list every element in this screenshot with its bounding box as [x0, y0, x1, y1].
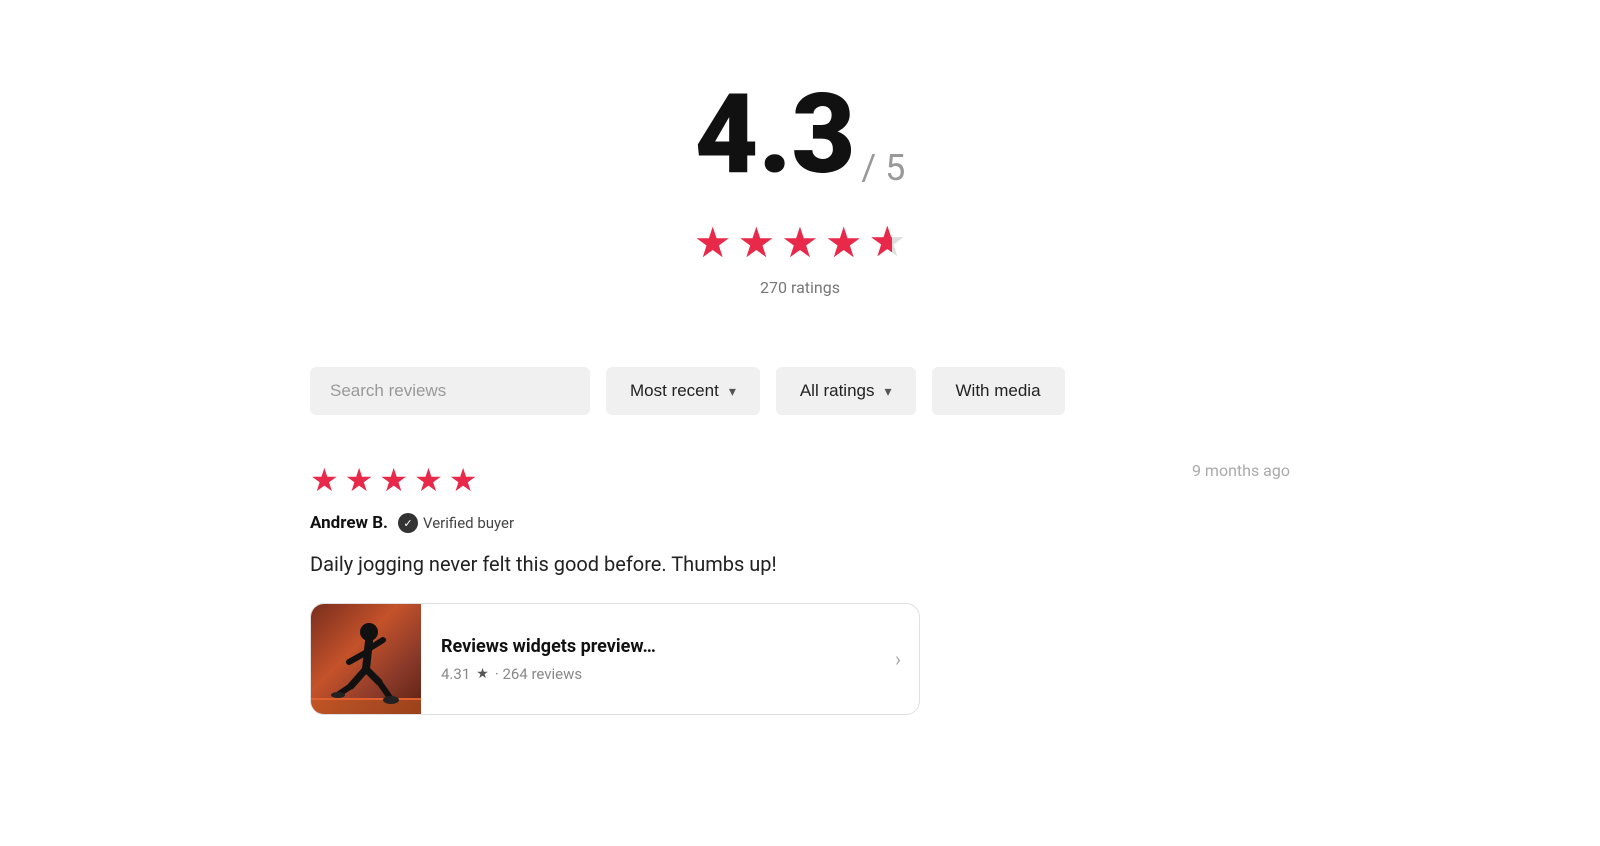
preview-meta-star-icon: ★: [476, 666, 489, 682]
search-input[interactable]: [310, 367, 590, 415]
sort-chevron-icon: ▾: [729, 383, 736, 400]
star-5-half: ★ ★: [868, 222, 906, 264]
review-star-2: ★: [345, 461, 374, 499]
review-time: 9 months ago: [1192, 461, 1290, 480]
preview-meta: 4.31 ★ · 264 reviews: [441, 665, 875, 683]
preview-meta-reviews: · 264 reviews: [495, 665, 582, 683]
verified-icon: ✓: [398, 513, 418, 533]
rating-denominator: / 5: [861, 147, 905, 189]
reviewer-info: Andrew B. ✓ Verified buyer: [310, 513, 1290, 533]
preview-arrow-icon: ›: [895, 647, 919, 671]
stars-row: ★ ★ ★ ★ ★ ★: [310, 218, 1290, 268]
rating-filter-label: All ratings: [800, 381, 875, 401]
star-2: ★: [738, 218, 776, 268]
preview-card[interactable]: Reviews widgets preview… 4.31 ★ · 264 re…: [310, 603, 920, 715]
sort-button[interactable]: Most recent ▾: [606, 367, 760, 415]
verified-label: Verified buyer: [423, 514, 514, 532]
media-filter-button[interactable]: With media: [932, 367, 1065, 415]
media-filter-label: With media: [956, 381, 1041, 401]
rating-score-row: 4.3/ 5: [310, 80, 1290, 190]
rating-summary: 4.3/ 5 ★ ★ ★ ★ ★ ★ 270 ratings: [310, 40, 1290, 327]
ratings-count: 270 ratings: [310, 278, 1290, 297]
star-1: ★: [694, 218, 732, 268]
preview-image-inner: [311, 604, 421, 714]
review-star-3: ★: [379, 461, 408, 499]
preview-meta-score: 4.31: [441, 665, 470, 683]
reviewer-name: Andrew B.: [310, 513, 388, 533]
verified-badge: ✓ Verified buyer: [398, 513, 514, 533]
star-4: ★: [825, 218, 863, 268]
star-3: ★: [781, 218, 819, 268]
runner-illustration: [311, 604, 421, 714]
review-section: ★ ★ ★ ★ ★ 9 months ago Andrew B. ✓ Verif…: [310, 451, 1290, 715]
review-star-1: ★: [310, 461, 339, 499]
preview-title: Reviews widgets preview…: [441, 636, 875, 657]
review-text: Daily jogging never felt this good befor…: [310, 549, 1290, 579]
preview-image: [311, 604, 421, 714]
filter-bar: Most recent ▾ All ratings ▾ With media: [310, 367, 1290, 415]
review-header: ★ ★ ★ ★ ★ 9 months ago: [310, 461, 1290, 499]
sort-label: Most recent: [630, 381, 719, 401]
rating-filter-button[interactable]: All ratings ▾: [776, 367, 916, 415]
review-star-4: ★: [414, 461, 443, 499]
rating-filter-chevron-icon: ▾: [884, 383, 891, 400]
rating-score: 4.3: [695, 80, 856, 190]
review-star-5: ★: [449, 461, 478, 499]
review-stars: ★ ★ ★ ★ ★: [310, 461, 477, 499]
page-container: 4.3/ 5 ★ ★ ★ ★ ★ ★ 270 ratings Most rece…: [250, 0, 1350, 755]
star-5-fg: ★: [868, 222, 891, 264]
preview-content: Reviews widgets preview… 4.31 ★ · 264 re…: [421, 620, 895, 699]
